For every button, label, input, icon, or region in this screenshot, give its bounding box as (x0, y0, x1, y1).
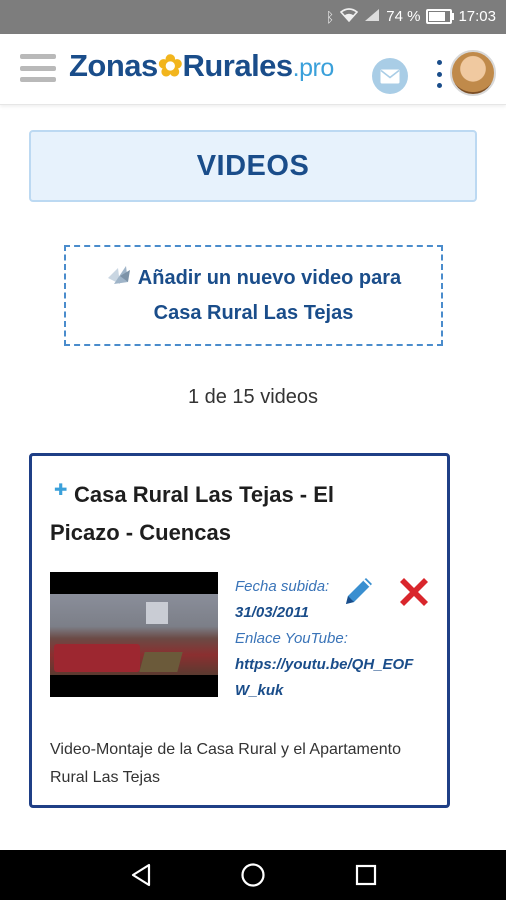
recents-button[interactable] (346, 860, 386, 890)
system-nav-bar (0, 850, 506, 900)
battery-icon (426, 9, 455, 24)
video-title: Casa Rural Las Tejas - El Picazo - Cuenc… (50, 482, 335, 545)
mail-button[interactable] (372, 58, 408, 94)
home-button[interactable] (233, 860, 273, 890)
back-icon (131, 863, 151, 887)
logo[interactable]: Zonas✿Rurales.pro (69, 48, 334, 84)
edit-button[interactable] (338, 572, 378, 612)
home-icon (241, 863, 265, 887)
page-title-box: VIDEOS (29, 130, 477, 202)
recents-icon (355, 864, 377, 886)
add-video-button[interactable]: Añadir un nuevo video para Casa Rural La… (64, 245, 443, 346)
delete-button[interactable] (394, 572, 434, 612)
flower-icon: ✿ (157, 50, 183, 83)
page-title: VIDEOS (196, 149, 310, 182)
video-description: Video-Montaje de la Casa Rural y el Apar… (50, 741, 402, 786)
bluetooth-icon: ᛒ (325, 8, 335, 25)
add-video-icon (106, 264, 132, 297)
app-bar: Zonas✿Rurales.pro (0, 34, 506, 105)
video-thumbnail[interactable] (50, 572, 218, 697)
logo-text-right: Rurales (182, 48, 293, 83)
youtube-label: Enlace YouTube: (235, 630, 348, 647)
menu-icon[interactable] (20, 54, 56, 82)
signal-icon (364, 8, 380, 25)
logo-text-left: Zonas (69, 48, 158, 83)
pencil-icon (346, 578, 372, 604)
logo-suffix: .pro (292, 54, 335, 82)
mail-icon (380, 69, 400, 83)
wifi-icon (340, 8, 359, 25)
avatar[interactable] (450, 50, 496, 96)
video-count: 1 de 15 videos (187, 386, 319, 408)
more-vertical-icon[interactable] (434, 60, 444, 88)
back-button[interactable] (121, 860, 161, 890)
video-card: ✚ Casa Rural Las Tejas - El Picazo - Cue… (29, 453, 450, 808)
close-icon (400, 578, 428, 606)
battery-percent: 74 % (386, 8, 421, 25)
add-video-label-line2: Casa Rural Las Tejas (153, 301, 354, 324)
status-bar: ᛒ 74 % 17:03 (0, 0, 506, 34)
clock: 17:03 (458, 8, 496, 25)
add-video-label-line1: Añadir un nuevo video para (137, 266, 402, 289)
youtube-link[interactable]: https://youtu.be/QH_EOFW_kuk (235, 652, 423, 704)
